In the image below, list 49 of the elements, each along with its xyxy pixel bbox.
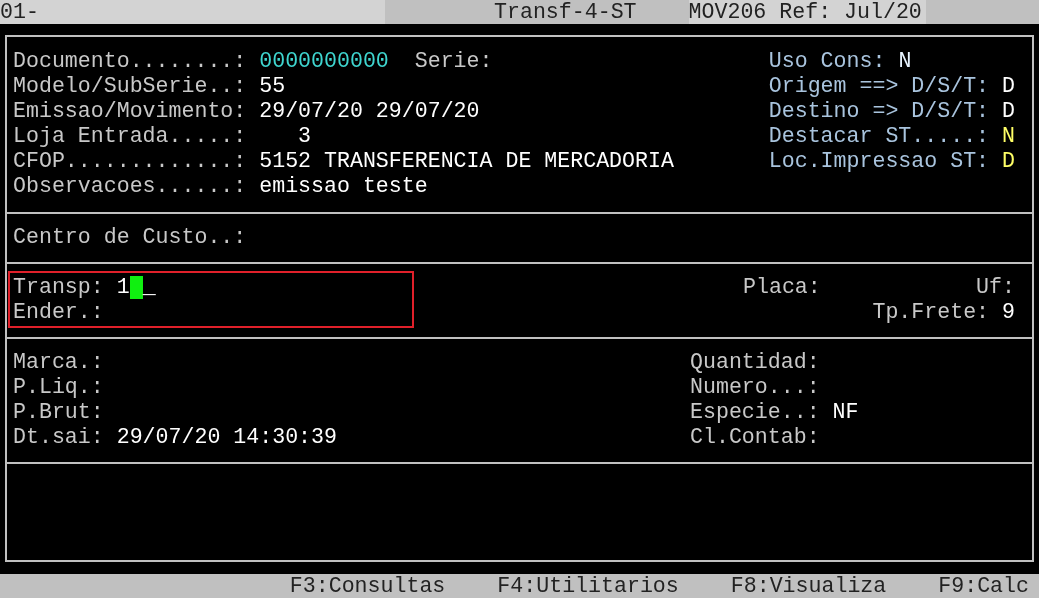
field-label: Cl.Contab:	[690, 425, 820, 450]
field-label: Placa:	[743, 275, 821, 300]
field-label: CFOP.............:	[13, 149, 247, 174]
field-value: N	[898, 49, 912, 74]
function-key-hint[interactable]: F8:Visualiza	[730, 574, 887, 598]
field-value: emissao teste	[259, 174, 428, 199]
field-label: Loc.Impressao ST:	[768, 149, 990, 174]
field-value: D	[1002, 74, 1015, 99]
field-label: Emissao/Movimento:	[13, 99, 247, 124]
field-value: 0000000000	[259, 49, 389, 74]
program-name: Transf-4-ST	[494, 0, 637, 24]
field-label: P.Liq.:	[13, 375, 104, 400]
field-value: 5152 TRANSFERENCIA DE MERCADORIA	[259, 149, 674, 174]
field-value: 55	[259, 74, 286, 99]
field-value: 29/07/20 29/07/20	[259, 99, 480, 124]
field-value: 9	[1002, 300, 1015, 325]
field-value: 3	[297, 124, 312, 149]
field-label: Numero...:	[690, 375, 820, 400]
field-value: 1	[116, 275, 130, 300]
field-label: Dt.sai:	[13, 425, 104, 450]
field-label: P.Brut:	[13, 400, 104, 425]
field-label: Loja Entrada.....:	[13, 124, 247, 149]
field-value: D	[1002, 99, 1015, 124]
field-label: Destino => D/S/T:	[768, 99, 990, 124]
field-label: Serie:	[414, 49, 493, 74]
reference-label: MOV206 Ref: Jul/20	[688, 0, 926, 24]
field-label: Transp:	[13, 275, 104, 300]
function-key-hint[interactable]: F3:Consultas	[289, 574, 446, 598]
field-label: Origem ==> D/S/T:	[768, 74, 990, 99]
input-underscore: _	[142, 275, 156, 300]
screen-id-field: 01-	[0, 0, 385, 24]
field-label: Especie..:	[690, 400, 820, 425]
field-label: Quantidad:	[690, 350, 820, 375]
field-label: Modelo/SubSerie..:	[13, 74, 247, 99]
field-label: Ender.:	[13, 300, 104, 325]
field-value: N	[1002, 124, 1015, 149]
field-label: Observacoes......:	[13, 174, 247, 199]
function-key-hint[interactable]: F9:Calc	[938, 574, 1029, 598]
field-label: Marca.:	[13, 350, 104, 375]
field-label: Tp.Frete:	[872, 300, 990, 325]
field-label: Destacar ST.....:	[768, 124, 990, 149]
field-label: Documento........:	[13, 49, 247, 74]
function-key-hint[interactable]: F4:Utilitarios	[497, 574, 679, 598]
field-label: Centro de Custo..:	[13, 225, 247, 250]
field-value: NF	[832, 400, 859, 425]
field-value: D	[1002, 149, 1015, 174]
field-value: 29/07/20 14:30:39	[116, 425, 337, 450]
field-label: Uso Cons:	[768, 49, 886, 74]
field-label: Uf:	[976, 275, 1015, 300]
